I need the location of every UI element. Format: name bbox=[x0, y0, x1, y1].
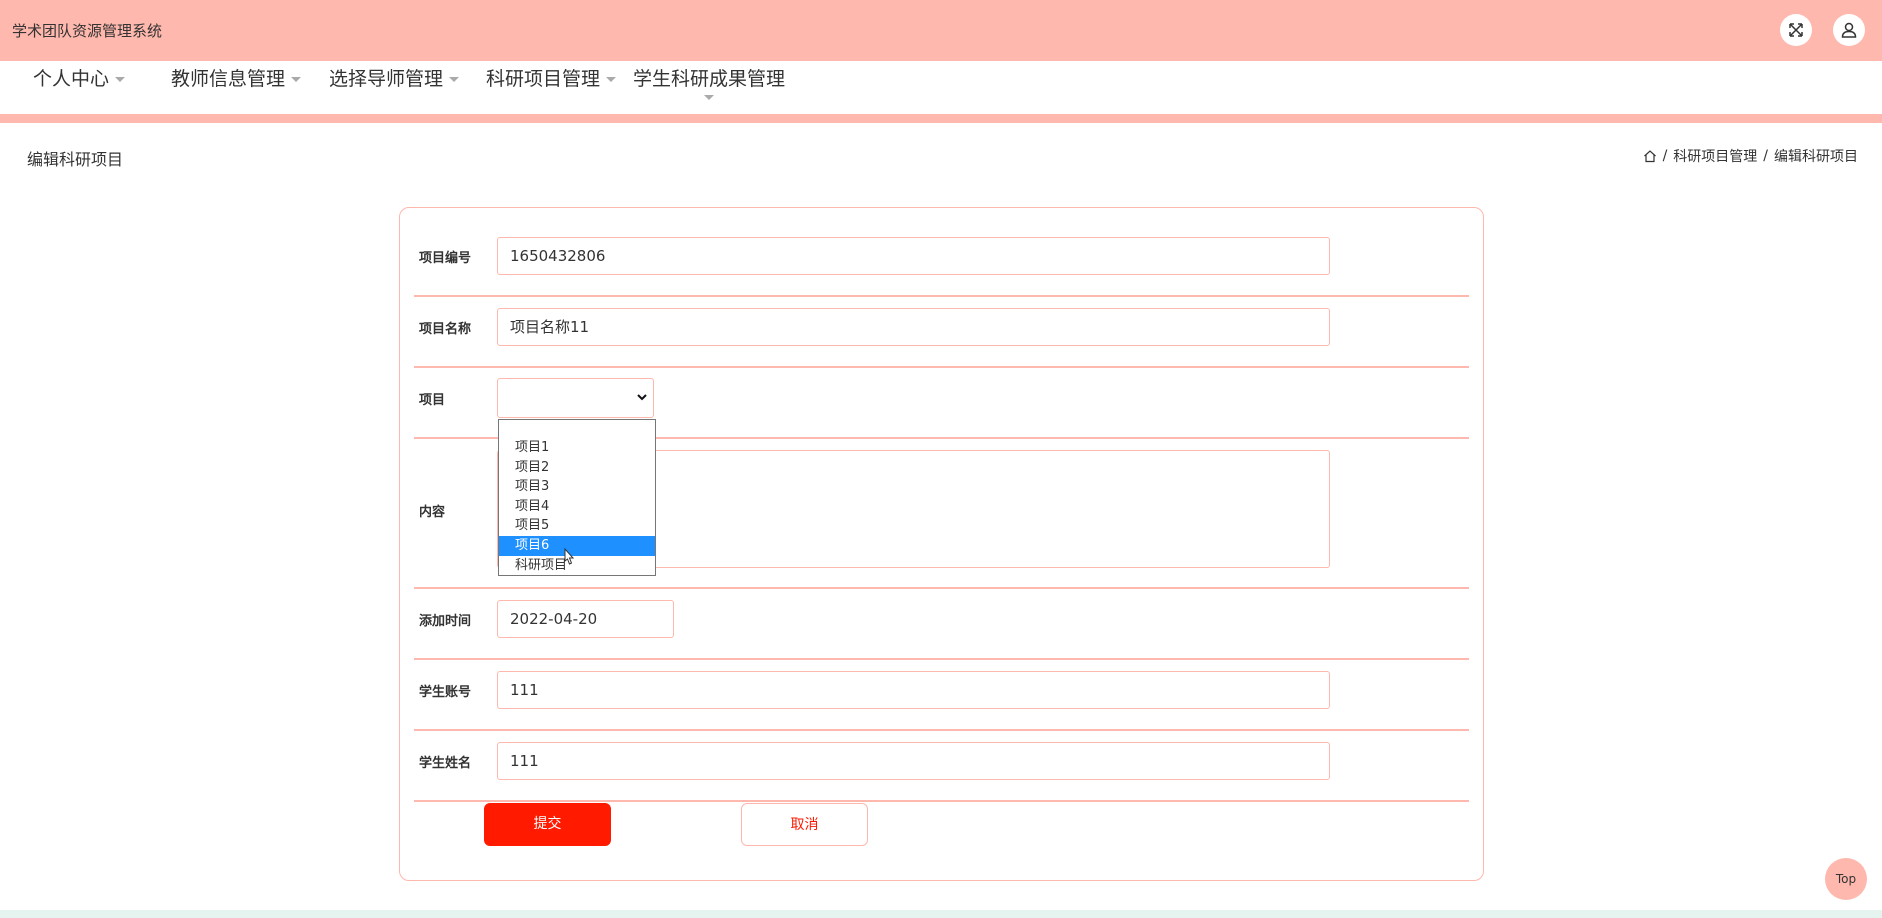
project-option[interactable]: 项目2 bbox=[499, 458, 655, 478]
caret-down-icon bbox=[606, 77, 617, 82]
project-select-dropdown: 项目1 项目2 项目3 项目4 项目5 项目6 科研项目 bbox=[498, 419, 656, 576]
cancel-button[interactable]: 取消 bbox=[741, 803, 868, 846]
project-option[interactable]: 项目1 bbox=[499, 438, 655, 458]
project-option[interactable]: 科研项目 bbox=[499, 556, 655, 576]
user-icon bbox=[1841, 22, 1857, 38]
footer-strip bbox=[0, 910, 1882, 918]
project-name-label: 项目名称 bbox=[419, 322, 472, 337]
project-option[interactable]: 项目5 bbox=[499, 516, 655, 536]
home-icon[interactable] bbox=[1643, 149, 1657, 163]
submit-button[interactable]: 提交 bbox=[484, 803, 611, 846]
form-row-student-name: 学生姓名 111 bbox=[414, 742, 1469, 802]
student-name-input[interactable]: 111 bbox=[497, 742, 1330, 780]
nav-item-research-projects[interactable]: 科研项目管理 bbox=[486, 64, 617, 91]
fullscreen-icon bbox=[1789, 23, 1803, 37]
project-option[interactable]: 项目3 bbox=[499, 477, 655, 497]
form-row-project-name: 项目名称 项目名称11 bbox=[414, 308, 1469, 368]
caret-down-icon bbox=[115, 77, 126, 82]
project-label: 项目 bbox=[419, 393, 446, 408]
form-row-added-time: 添加时间 2022-04-20 bbox=[414, 600, 1469, 660]
nav-item-student-achievements[interactable]: 学生科研成果管理 bbox=[633, 64, 785, 91]
nav-item-label: 学生科研成果管理 bbox=[633, 68, 786, 90]
app-title: 学术团队资源管理系统 bbox=[12, 22, 163, 40]
added-time-label: 添加时间 bbox=[419, 614, 472, 629]
added-time-input[interactable]: 2022-04-20 bbox=[497, 600, 674, 638]
project-select[interactable] bbox=[497, 378, 654, 418]
project-no-input[interactable]: 1650432806 bbox=[497, 237, 1330, 275]
student-account-input[interactable]: 111 bbox=[497, 671, 1330, 709]
project-option-highlighted[interactable]: 项目6 bbox=[499, 535, 655, 556]
nav-divider bbox=[0, 114, 1882, 123]
project-no-label: 项目编号 bbox=[419, 251, 472, 266]
breadcrumb-separator: / bbox=[1662, 148, 1668, 164]
breadcrumb-research-projects[interactable]: 科研项目管理 bbox=[1673, 146, 1757, 166]
form-row-project-no: 项目编号 1650432806 bbox=[414, 237, 1469, 297]
nav-item-select-advisor[interactable]: 选择导师管理 bbox=[329, 64, 460, 91]
caret-down-icon bbox=[291, 77, 302, 82]
top-header: 学术团队资源管理系统 bbox=[0, 0, 1882, 61]
breadcrumb: / 科研项目管理 / 编辑科研项目 bbox=[1643, 146, 1858, 166]
chevron-down-icon bbox=[637, 394, 647, 401]
student-account-label: 学生账号 bbox=[419, 685, 472, 700]
nav-item-label: 选择导师管理 bbox=[329, 68, 444, 90]
project-name-input[interactable]: 项目名称11 bbox=[497, 308, 1330, 346]
nav-item-label: 个人中心 bbox=[33, 68, 110, 90]
breadcrumb-current: 编辑科研项目 bbox=[1774, 149, 1858, 165]
nav-item-teacher-info[interactable]: 教师信息管理 bbox=[171, 64, 302, 91]
fullscreen-button[interactable] bbox=[1780, 14, 1812, 46]
page-title: 编辑科研项目 bbox=[27, 150, 124, 169]
form-row-student-account: 学生账号 111 bbox=[414, 671, 1469, 731]
caret-down-icon bbox=[704, 95, 714, 100]
nav-item-label: 教师信息管理 bbox=[171, 68, 286, 90]
back-to-top-button[interactable]: Top bbox=[1825, 858, 1867, 900]
user-button[interactable] bbox=[1833, 14, 1865, 46]
caret-down-icon bbox=[449, 77, 460, 82]
main-nav: 个人中心 教师信息管理 选择导师管理 科研项目管理 学生科研成果管理 bbox=[0, 61, 1882, 114]
breadcrumb-separator: / bbox=[1763, 148, 1768, 164]
student-name-label: 学生姓名 bbox=[419, 756, 472, 771]
mouse-cursor-icon bbox=[564, 548, 575, 565]
project-option[interactable]: 项目4 bbox=[499, 497, 655, 517]
content-label: 内容 bbox=[419, 505, 446, 520]
nav-item-label: 科研项目管理 bbox=[486, 68, 601, 90]
nav-item-personal-center[interactable]: 个人中心 bbox=[33, 64, 126, 91]
